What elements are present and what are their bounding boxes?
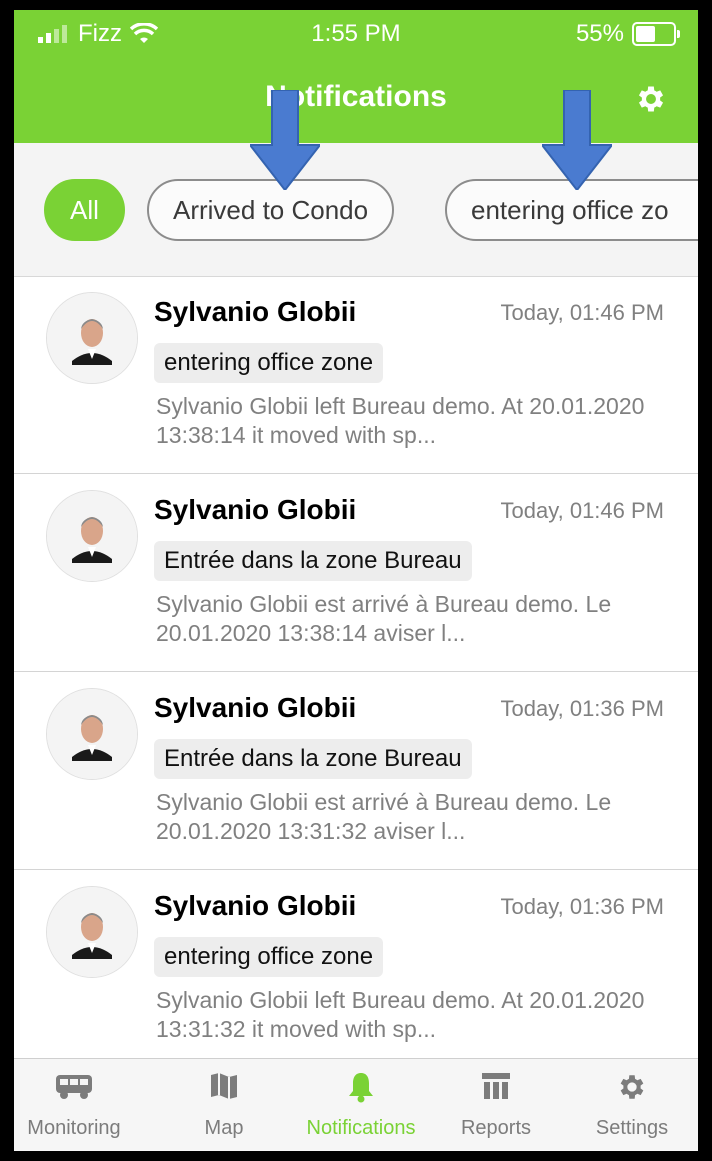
tab-reports[interactable]: Reports: [446, 1059, 546, 1151]
notification-body: Sylvanio Globii left Bureau demo. At 20.…: [156, 987, 645, 1042]
notification-tag: entering office zone: [154, 343, 384, 383]
tab-notifications[interactable]: Notifications: [296, 1059, 426, 1151]
notification-time: Today, 01:36 PM: [500, 696, 664, 721]
filter-chip-all[interactable]: All: [44, 179, 125, 241]
tab-monitoring-label: Monitoring: [27, 1117, 121, 1139]
avatar: [46, 490, 138, 582]
down-arrow-icon: [542, 90, 612, 190]
reports-icon: [482, 1073, 510, 1099]
battery-icon: [632, 22, 680, 46]
notification-tag: Entrée dans la zone Bureau: [154, 739, 472, 779]
notification-sender: Sylvanio Globii: [154, 890, 357, 921]
map-icon: [211, 1073, 237, 1099]
status-right: 55%: [575, 20, 680, 48]
gear-icon: [620, 1075, 644, 1099]
notification-sender: Sylvanio Globii: [154, 296, 357, 327]
tab-settings[interactable]: Settings: [580, 1059, 684, 1151]
tab-notifications-label: Notifications: [306, 1117, 416, 1139]
notification-time: Today, 01:36 PM: [500, 894, 664, 919]
tab-map[interactable]: Map: [184, 1059, 264, 1151]
phone-screen: Fizz 1:55 PM 55% Notifications All Arriv…: [14, 10, 698, 1151]
tab-bar: Monitoring Map Notifications Reports Set…: [14, 1058, 698, 1151]
down-arrow-icon: [250, 90, 320, 190]
notification-item[interactable]: Sylvanio Globii Today, 01:46 PM Entrée d…: [14, 474, 698, 672]
notification-body: Sylvanio Globii left Bureau demo. At 20.…: [156, 393, 645, 448]
battery-fill: [636, 26, 655, 42]
notification-sender: Sylvanio Globii: [154, 494, 357, 525]
notification-tag: Entrée dans la zone Bureau: [154, 541, 472, 581]
bus-icon: [56, 1075, 92, 1099]
notification-tag: entering office zone: [154, 937, 384, 977]
notification-item[interactable]: Sylvanio Globii Today, 01:46 PM entering…: [14, 276, 698, 474]
gear-icon[interactable]: [634, 82, 668, 116]
tab-monitoring[interactable]: Monitoring: [14, 1059, 134, 1151]
notification-item[interactable]: Sylvanio Globii Today, 01:36 PM entering…: [14, 870, 698, 1068]
notification-body: Sylvanio Globii est arrivé à Bureau demo…: [156, 789, 612, 844]
battery-percent: 55%: [575, 20, 624, 47]
avatar: [46, 292, 138, 384]
avatar: [46, 886, 138, 978]
status-bar: Fizz 1:55 PM 55%: [14, 10, 698, 56]
notification-body: Sylvanio Globii est arrivé à Bureau demo…: [156, 591, 612, 646]
notification-time: Today, 01:46 PM: [500, 300, 664, 325]
bell-icon: [349, 1073, 373, 1103]
notification-list: Sylvanio Globii Today, 01:46 PM entering…: [14, 276, 698, 1068]
tab-reports-label: Reports: [460, 1117, 532, 1139]
notification-sender: Sylvanio Globii: [154, 692, 357, 723]
avatar: [46, 688, 138, 780]
tab-map-label: Map: [204, 1117, 244, 1139]
notification-item[interactable]: Sylvanio Globii Today, 01:36 PM Entrée d…: [14, 672, 698, 870]
tab-settings-label: Settings: [595, 1117, 669, 1139]
notification-time: Today, 01:46 PM: [500, 498, 664, 523]
